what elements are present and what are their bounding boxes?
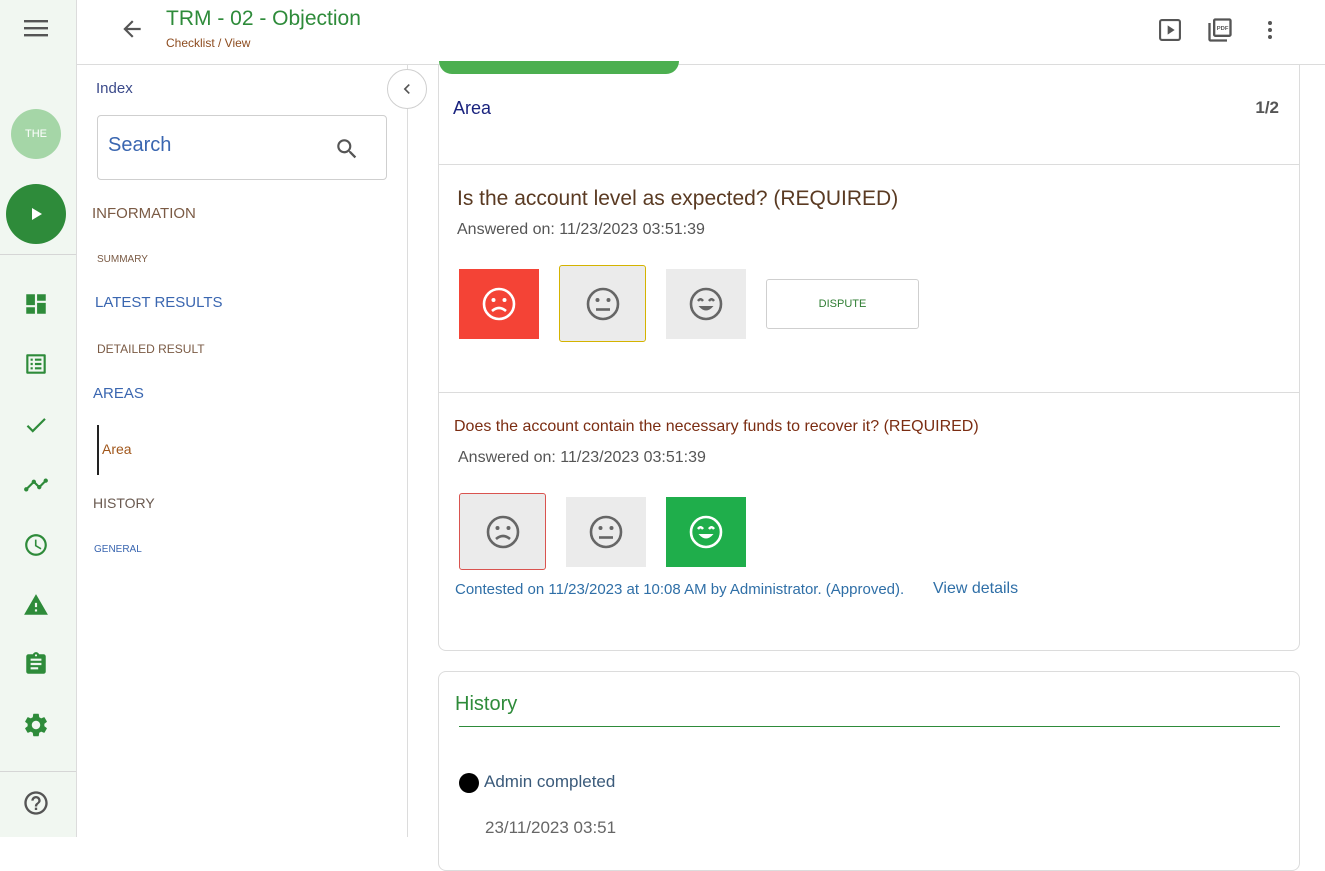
history-underline — [459, 726, 1280, 727]
history-card: History Admin completed 23/11/2023 03:51 — [438, 671, 1300, 871]
search-input[interactable] — [108, 134, 328, 157]
area-card: Area 1/2 Is the account level as expecte… — [438, 61, 1300, 651]
pdf-icon[interactable]: PDF — [1206, 16, 1234, 49]
divider — [439, 164, 1299, 165]
view-details-link[interactable]: View details — [933, 580, 1018, 598]
list-icon[interactable] — [22, 350, 50, 378]
sad-face-button[interactable] — [459, 493, 546, 570]
rail-divider — [0, 254, 76, 255]
pager: 1/2 — [1255, 98, 1279, 117]
rail-divider — [0, 771, 76, 772]
collapse-panel-button[interactable] — [387, 69, 427, 109]
area-title: Area — [453, 98, 492, 118]
history-title: History — [455, 693, 518, 715]
breadcrumb[interactable]: Checklist / View — [166, 36, 250, 50]
nav-general[interactable]: GENERAL — [94, 544, 142, 555]
back-arrow-icon[interactable] — [119, 16, 145, 47]
search-box[interactable] — [97, 115, 387, 180]
question-1-answered: Answered on: 11/23/2023 03:51:39 — [457, 221, 705, 238]
trend-icon[interactable] — [22, 471, 50, 499]
help-icon[interactable] — [22, 789, 50, 817]
neutral-face-button[interactable] — [566, 497, 646, 567]
warning-icon[interactable] — [22, 591, 50, 619]
neutral-face-button[interactable] — [559, 265, 646, 342]
nav-information[interactable]: INFORMATION — [92, 205, 196, 222]
nav-summary[interactable]: SUMMARY — [97, 254, 148, 265]
question-2-text: Does the account contain the necessary f… — [454, 418, 979, 435]
svg-text:PDF: PDF — [1217, 26, 1229, 32]
active-indicator — [97, 425, 99, 475]
search-icon[interactable] — [334, 136, 360, 167]
page-title: TRM - 02 - Objection — [166, 7, 361, 30]
nav-latest-results[interactable]: LATEST RESULTS — [95, 294, 223, 311]
play-box-icon[interactable] — [1156, 16, 1184, 49]
contested-note: Contested on 11/23/2023 at 10:08 AM by A… — [455, 581, 905, 598]
clock-icon[interactable] — [22, 531, 50, 559]
index-panel: Index INFORMATION SUMMARY LATEST RESULTS… — [77, 65, 408, 837]
history-event: Admin completed — [484, 772, 616, 791]
nav-area[interactable]: Area — [102, 441, 132, 457]
clipboard-icon[interactable] — [22, 650, 50, 678]
question-1-text: Is the account level as expected? (REQUI… — [457, 187, 899, 210]
play-icon[interactable] — [6, 184, 66, 244]
happy-face-button[interactable] — [666, 497, 746, 567]
main-content: Area 1/2 Is the account level as expecte… — [408, 61, 1325, 871]
sad-face-button[interactable] — [459, 269, 539, 339]
dashboard-icon[interactable] — [22, 290, 50, 318]
nav-history[interactable]: HISTORY — [93, 495, 155, 511]
app-header: TRM - 02 - Objection Checklist / View PD… — [77, 0, 1325, 65]
check-icon[interactable] — [22, 411, 50, 439]
menu-icon[interactable] — [22, 17, 50, 44]
progress-arc — [439, 61, 679, 74]
dispute-button[interactable]: DISPUTE — [766, 279, 919, 329]
gear-icon[interactable] — [22, 711, 50, 739]
divider — [439, 392, 1299, 393]
nav-detailed-result[interactable]: DETAILED RESULT — [97, 342, 205, 356]
nav-areas[interactable]: AREAS — [93, 385, 144, 402]
question-2-answered: Answered on: 11/23/2023 03:51:39 — [458, 449, 706, 466]
timeline-dot — [459, 773, 479, 793]
history-timestamp: 23/11/2023 03:51 — [485, 818, 617, 837]
index-label: Index — [96, 80, 133, 97]
happy-face-button[interactable] — [666, 269, 746, 339]
left-rail: THE — [0, 0, 77, 837]
more-vert-icon[interactable] — [1258, 16, 1282, 49]
avatar[interactable]: THE — [11, 109, 61, 159]
